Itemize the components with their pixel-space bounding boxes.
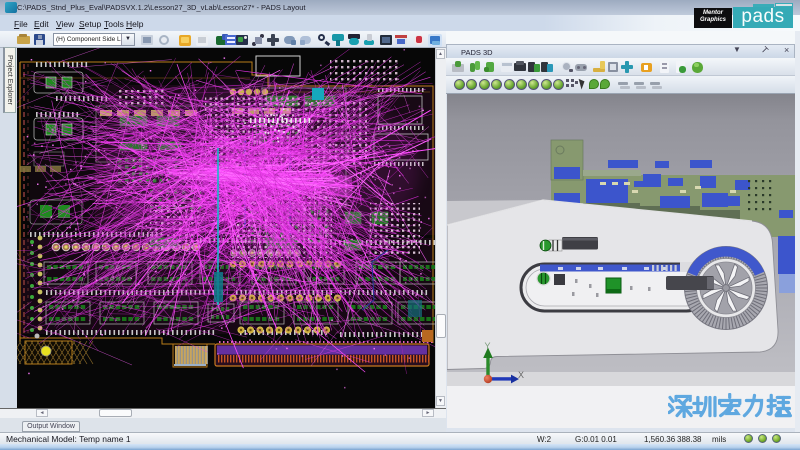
svg-text:Y: Y <box>485 341 491 351</box>
svg-text:X: X <box>518 370 524 380</box>
